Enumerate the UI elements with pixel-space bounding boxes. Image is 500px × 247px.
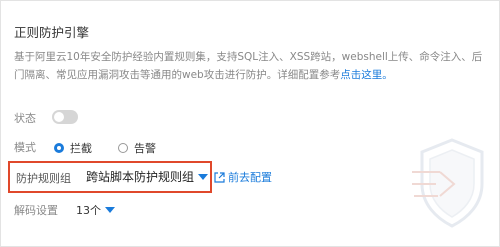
- mode-radio-alert[interactable]: 告警: [118, 140, 156, 156]
- rule-group-label: 防护规则组: [16, 172, 71, 185]
- radio-dot: [118, 143, 128, 153]
- dropdown-caret-icon: [105, 207, 115, 213]
- decode-select[interactable]: 13个: [76, 202, 115, 218]
- panel-description: 基于阿里云10年安全防护经验内置规则集，支持SQL注入、XSS跨站，webshe…: [14, 48, 484, 84]
- description-text: 基于阿里云10年安全防护经验内置规则集，支持SQL注入、XSS跨站，webshe…: [14, 51, 483, 81]
- mode-option-block-label: 拦截: [70, 142, 92, 155]
- status-label: 状态: [14, 112, 36, 125]
- status-toggle[interactable]: [52, 110, 78, 124]
- rule-group-select[interactable]: 跨站脚本防护规则组: [86, 168, 209, 185]
- decode-value: 13个: [76, 204, 101, 217]
- decode-label: 解码设置: [14, 204, 58, 217]
- mode-option-alert-label: 告警: [134, 142, 156, 155]
- docs-link[interactable]: 点击这里。: [340, 69, 393, 81]
- rule-group-value: 跨站脚本防护规则组: [86, 170, 195, 184]
- dropdown-caret-icon: [198, 173, 209, 180]
- shield-decoration-icon: [412, 138, 484, 228]
- mode-radio-block[interactable]: 拦截: [54, 140, 92, 156]
- radio-dot-selected: [54, 143, 64, 153]
- external-link-icon: [214, 171, 225, 183]
- goto-config-label: 前去配置: [228, 171, 272, 184]
- mode-label: 模式: [14, 141, 36, 154]
- panel-title: 正则防护引擎: [14, 25, 90, 40]
- goto-config-link[interactable]: 前去配置: [214, 169, 272, 185]
- toggle-knob: [54, 112, 64, 122]
